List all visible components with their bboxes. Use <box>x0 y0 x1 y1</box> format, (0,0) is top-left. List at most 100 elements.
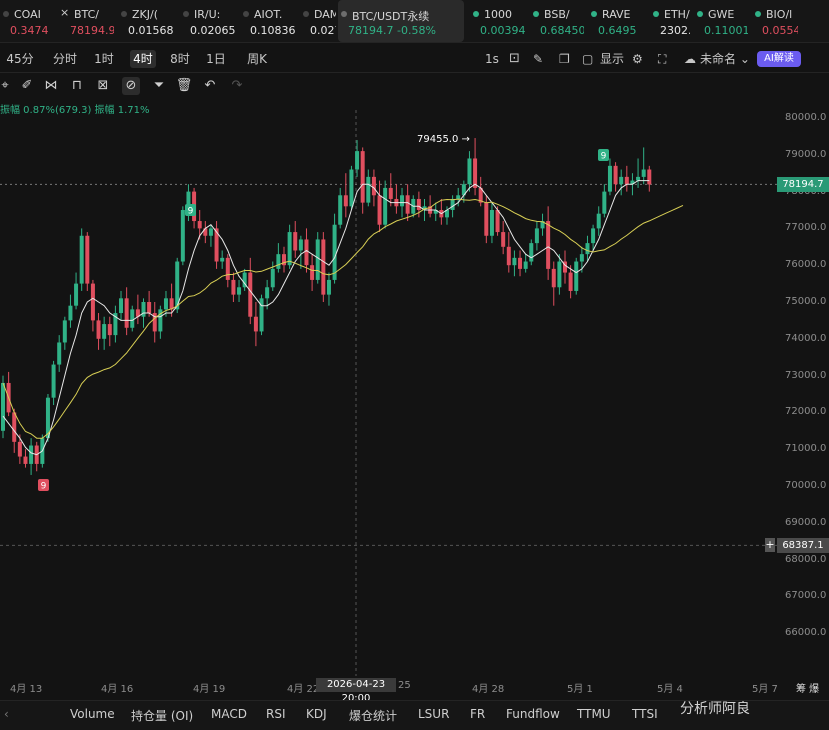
candle-body <box>85 235 90 284</box>
candle-body <box>400 195 405 207</box>
candle-body <box>377 195 382 225</box>
settings-icon[interactable]: ⚙ <box>632 50 643 68</box>
ticker-tab[interactable]: DAM 0.02729 <box>300 0 336 42</box>
indicator-tab[interactable]: MACD <box>211 707 247 721</box>
candle-body <box>180 210 185 262</box>
ticker-name: BIO/l <box>766 8 793 21</box>
ticker-price: 0.10836 <box>250 24 296 37</box>
indicator-tab[interactable]: TTMU <box>577 707 611 721</box>
layout-icon[interactable]: ▢ <box>582 50 593 68</box>
ticker-tab[interactable]: RAVE 0.6495 <box>588 0 646 42</box>
pen-icon[interactable]: ✐ <box>18 77 36 95</box>
ticker-tab[interactable]: ZKJ/(0.01568 <box>118 0 176 42</box>
pattern-icon[interactable]: ⋈ <box>42 77 60 95</box>
status-dot <box>341 11 347 17</box>
close-icon[interactable]: × <box>60 6 69 19</box>
timeframe-tab[interactable]: 周K <box>244 50 270 68</box>
candle-body <box>388 187 393 199</box>
date-tick: 5月 4 <box>657 684 683 695</box>
indicator-tab[interactable]: 爆仓统计 <box>349 707 397 724</box>
candle-body <box>102 324 107 339</box>
fullscreen-icon[interactable]: ⛶ <box>658 50 666 68</box>
candle-body <box>619 176 624 185</box>
candle-body <box>484 202 489 236</box>
date-axis[interactable]: 4月 13 4月 16 4月 19 4月 22 25 4月 28 5月 1 5月 4 5月 7 … <box>0 676 819 704</box>
candle-body <box>495 210 500 233</box>
ticker-price: 0.11001 <box>704 24 748 37</box>
ticker-tab[interactable]: GWE 0.11001 <box>694 0 748 42</box>
axis-corner-label[interactable]: 筹 爆 <box>796 680 819 695</box>
chevron-left-icon[interactable]: ‹ <box>4 707 9 721</box>
timeframe-tab[interactable]: 8时 <box>168 50 192 68</box>
candle-body <box>355 151 360 170</box>
candle-body <box>624 176 629 185</box>
price-tick: 73000.0 <box>785 369 827 381</box>
undo-icon[interactable]: ↶ <box>201 77 219 95</box>
indicator-tab[interactable]: KDJ <box>306 707 327 721</box>
indicator-tab[interactable]: FR <box>470 707 485 721</box>
timeframe-tab[interactable]: 45分 <box>4 50 36 68</box>
filter-icon[interactable]: ⏷ <box>150 77 168 95</box>
candlestick-chart[interactable]: 79455.0 → 9 9 9 <box>0 110 777 676</box>
template-icon[interactable]: ❐ <box>559 50 570 68</box>
timeframe-tab[interactable]: 1时 <box>92 50 116 68</box>
lock-icon[interactable]: ⊓ <box>68 77 86 95</box>
candle-body <box>51 364 56 398</box>
candle-body <box>512 257 517 266</box>
ticker-tab[interactable]: BSB/0.68450 <box>530 0 584 42</box>
td-marker-label: 9 <box>41 482 47 492</box>
candle-body <box>23 456 28 464</box>
timeframe-tab[interactable]: 分时 <box>50 50 80 68</box>
indicator-tab[interactable]: TTSI <box>632 707 658 721</box>
date-tick: 25 <box>398 680 411 691</box>
ticker-tab[interactable]: ETH/2302.10 <box>650 0 690 42</box>
note-icon[interactable]: ⊠ <box>94 77 112 95</box>
candle-body <box>456 195 461 199</box>
layout-name-select[interactable]: 未命名 ⌄ <box>700 50 750 68</box>
indicator-tab[interactable]: Fundflow <box>506 707 560 721</box>
candle-body <box>57 342 62 365</box>
price-axis[interactable]: 80000.079000.078000.077000.076000.075000… <box>765 110 829 676</box>
trash-icon[interactable]: 🗑 <box>175 77 193 95</box>
price-tick: 70000.0 <box>785 480 827 491</box>
camera-icon[interactable]: ⊡ <box>509 50 520 68</box>
ticker-tab[interactable]: BIO/l 0.05541 <box>752 0 798 42</box>
edit-icon[interactable]: ✎ <box>533 50 543 68</box>
ticker-tab[interactable]: BTC/USDT永续 78194.7 -0.58% <box>338 0 464 42</box>
candle-body <box>349 169 354 207</box>
candle-body <box>523 261 528 269</box>
ticker-tab[interactable]: COAI 0.3474 <box>0 0 56 42</box>
indicator-tab[interactable]: 持仓量 (OI) <box>131 707 193 724</box>
price-tick: 71000.0 <box>785 443 827 455</box>
interval-button[interactable]: 1s <box>485 50 499 68</box>
ai-interpret-button[interactable]: AI解读 <box>757 51 801 67</box>
crosshair-icon[interactable]: ⌖ <box>0 77 14 95</box>
crosshair-date-label: 2026-04-23 20:00 <box>316 678 396 704</box>
timeframe-tab[interactable]: 4时 <box>130 50 156 68</box>
cloud-icon[interactable]: ☁ <box>684 50 696 68</box>
ticker-name: RAVE <box>602 8 631 21</box>
candle-body <box>321 239 326 295</box>
candle-body <box>574 261 579 291</box>
indicator-tab[interactable]: Volume <box>70 707 115 721</box>
add-alert-button[interactable]: + <box>765 538 775 553</box>
status-dot <box>697 11 703 17</box>
candle-body <box>253 316 258 332</box>
candle-body <box>315 239 320 280</box>
ticker-tab[interactable]: 1000 0.00394 <box>470 0 526 42</box>
ticker-name: 1000 <box>484 8 512 21</box>
redo-icon[interactable]: ↷ <box>228 77 246 95</box>
timeframe-tab[interactable]: 1日 <box>205 50 227 68</box>
magnet-icon[interactable]: ⊘ <box>122 77 140 95</box>
ticker-tab[interactable]: IR/U: 0.02065 <box>180 0 236 42</box>
ticker-tab[interactable]: × BTC/78194.9 <box>60 0 114 42</box>
ticker-name: ZKJ/( <box>132 8 158 21</box>
ticker-tab[interactable]: AIOT. 0.10836 <box>240 0 296 42</box>
candle-body <box>596 213 601 229</box>
display-button[interactable]: 显示 <box>600 50 624 68</box>
candle-body <box>518 257 523 269</box>
indicator-tab[interactable]: LSUR <box>418 707 449 721</box>
indicator-tab[interactable]: RSI <box>266 707 286 721</box>
price-tick: 79000.0 <box>785 148 827 160</box>
status-dot <box>121 11 127 17</box>
